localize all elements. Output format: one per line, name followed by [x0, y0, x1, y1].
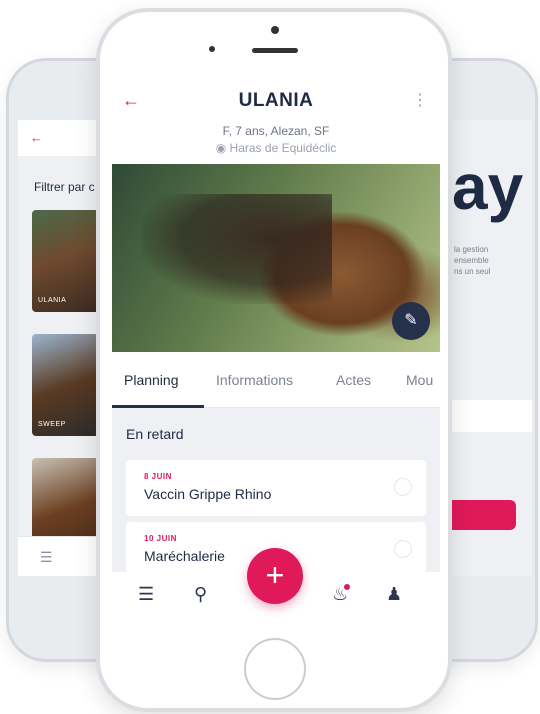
background-screen-right: ay la gestion ensemble ns un seul: [452, 120, 532, 576]
home-button[interactable]: [244, 638, 306, 700]
horse-header: ← ULANIA ⋮ F, 7 ans, Alezan, SF ◉ Haras …: [112, 80, 440, 164]
thumb-label: ULANIA: [38, 297, 67, 304]
menu-icon[interactable]: ☰: [40, 549, 53, 566]
card-label: Maréchalerie: [144, 548, 225, 564]
horse-details: F, 7 ans, Alezan, SF: [222, 124, 330, 138]
search-icon[interactable]: ⚲: [194, 584, 207, 605]
card-checkbox[interactable]: [394, 478, 412, 496]
right-input-block[interactable]: [452, 400, 532, 432]
card-date: 10 JUIN: [144, 534, 177, 543]
section-title: En retard: [126, 426, 184, 442]
horse-thumb-sweep[interactable]: SWEEP: [32, 334, 106, 436]
tab-mouvements[interactable]: Mou: [406, 372, 433, 388]
thumb-label: SWEEP: [38, 421, 66, 428]
horse-location: ◉ Haras de Equidéclic: [112, 141, 440, 155]
filter-label: Filtrer par c: [34, 180, 95, 194]
menu-icon[interactable]: ☰: [138, 584, 154, 605]
phone-speaker: [252, 48, 298, 53]
horse-photo: ✎: [112, 164, 440, 352]
planning-card[interactable]: 8 JUIN Vaccin Grippe Rhino: [126, 460, 426, 516]
card-checkbox[interactable]: [394, 540, 412, 558]
arrow-left-icon[interactable]: ←: [30, 130, 43, 145]
tab-planning[interactable]: Planning: [124, 372, 179, 388]
card-label: Vaccin Grippe Rhino: [144, 486, 272, 502]
tab-actes[interactable]: Actes: [336, 372, 371, 388]
edit-photo-icon[interactable]: ✎: [392, 302, 430, 340]
phone-sensor: [209, 46, 215, 52]
app-screen: ← ULANIA ⋮ F, 7 ans, Alezan, SF ◉ Haras …: [112, 80, 440, 620]
notification-dot: [344, 584, 350, 590]
tab-informations[interactable]: Informations: [216, 372, 293, 388]
location-pin-icon: ◉: [215, 141, 227, 155]
tab-bar: Planning Informations Actes Mou: [112, 352, 440, 408]
horse-thumb-ulania[interactable]: ULANIA: [32, 210, 106, 312]
location-text: Haras de Equidéclic: [229, 141, 337, 155]
phone-camera: [271, 26, 279, 34]
users-icon[interactable]: ♟: [386, 584, 402, 605]
right-primary-button[interactable]: [452, 500, 516, 530]
horse-mane-shape: [142, 194, 332, 304]
app-logo-text: ay: [452, 151, 524, 223]
add-button[interactable]: +: [247, 548, 303, 604]
right-description: la gestion ensemble ns un seul: [454, 245, 491, 276]
more-vertical-icon[interactable]: ⋮: [412, 90, 428, 110]
card-date: 8 JUIN: [144, 472, 172, 481]
horse-name: ULANIA: [238, 90, 314, 111]
